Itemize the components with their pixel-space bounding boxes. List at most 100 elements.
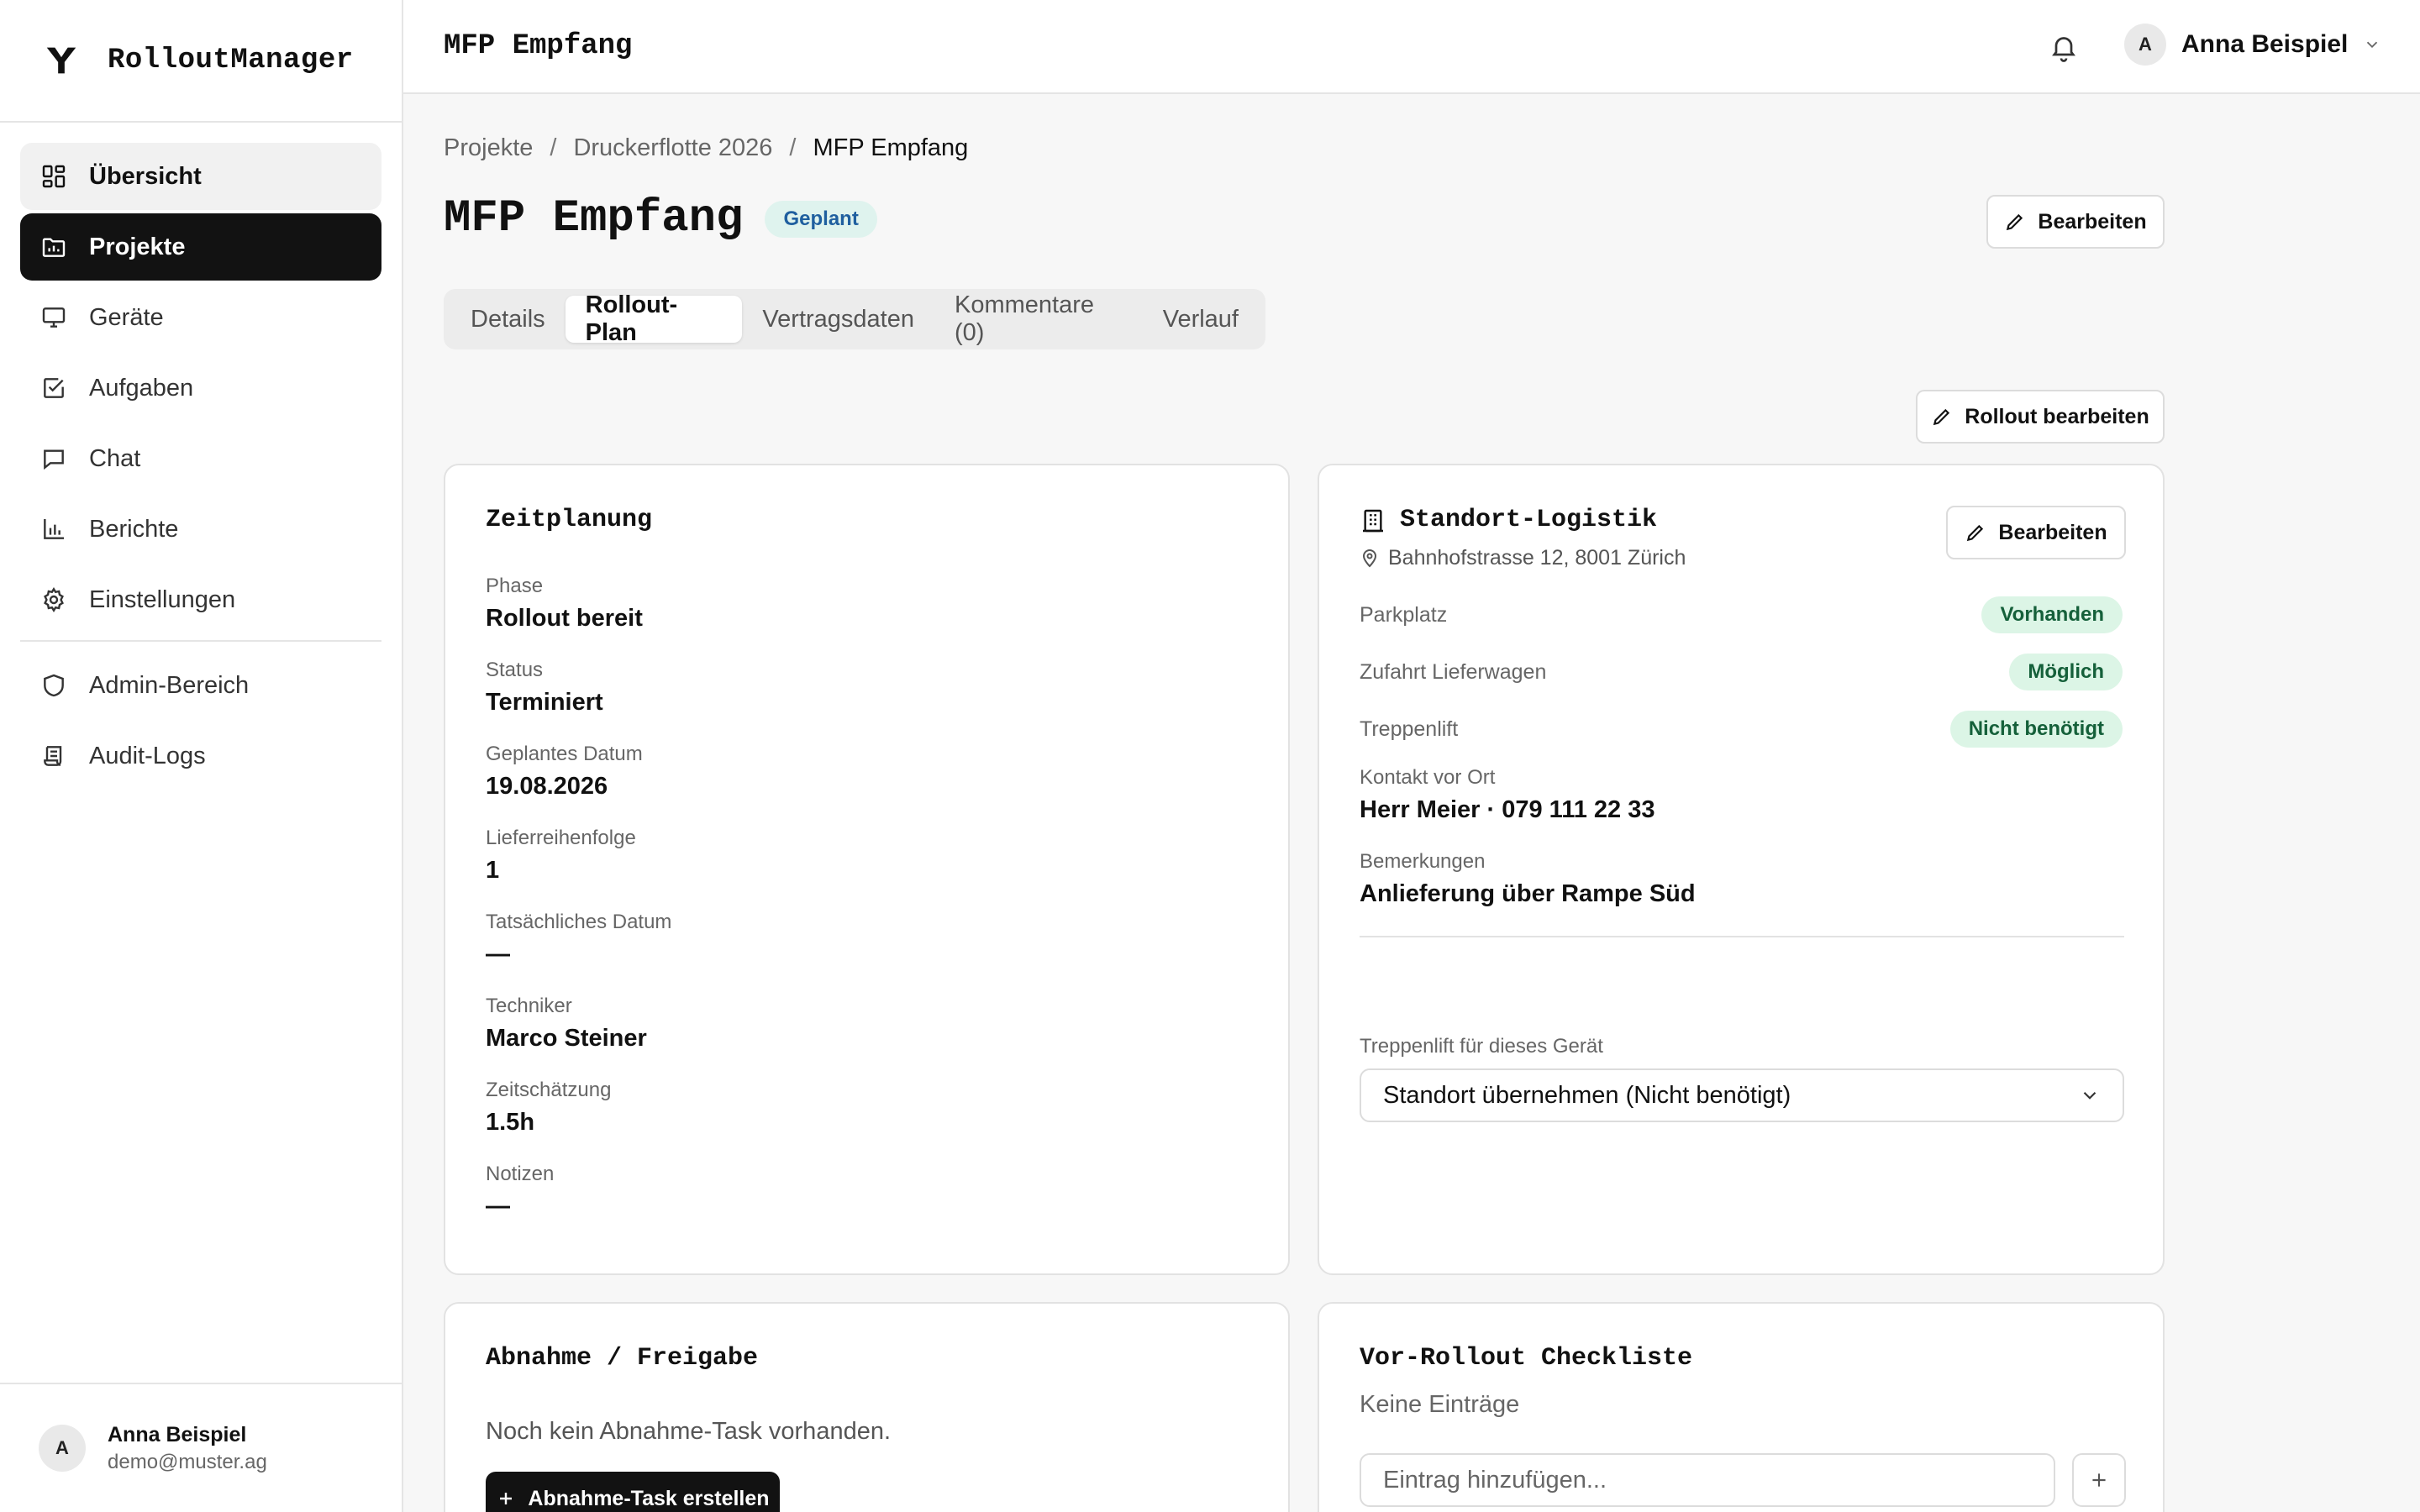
sidebar-item-uebersicht[interactable]: Übersicht	[20, 143, 381, 210]
logistik-row-treppenlift: Treppenlift Nicht benötigt	[1360, 711, 2123, 748]
sidebar-item-label: Aufgaben	[89, 374, 194, 402]
field-status: Status Terminiert	[486, 659, 671, 743]
tab-kommentare[interactable]: Kommentare (0)	[934, 291, 1143, 346]
topbar-title: MFP Empfang	[444, 30, 633, 62]
page-title: MFP Empfang	[444, 193, 744, 244]
sidebar-item-label: Chat	[89, 444, 141, 472]
row-label: Parkplatz	[1360, 602, 1448, 627]
brand[interactable]: RolloutManager	[0, 0, 402, 123]
tab-vertragsdaten[interactable]: Vertragsdaten	[742, 296, 934, 343]
stairlift-select[interactable]: Standort übernehmen (Nicht benötigt)	[1360, 1068, 2124, 1122]
chat-icon	[44, 449, 64, 470]
select-value: Standort übernehmen (Nicht benötigt)	[1383, 1081, 1791, 1109]
field-label: Bemerkungen	[1360, 850, 1486, 873]
breadcrumb-link-druckerflotte[interactable]: Druckerflotte 2026	[573, 134, 772, 162]
chevron-down-icon	[2083, 1091, 2096, 1100]
bell-icon[interactable]	[2049, 32, 2079, 62]
user-name: Anna Beispiel	[108, 1422, 247, 1446]
sidebar-item-label: Einstellungen	[89, 585, 236, 613]
field-value: Rollout bereit	[486, 605, 643, 632]
field-value: Herr Meier · 079 111 22 33	[1360, 796, 1655, 823]
rollout-edit-button-label: Rollout bearbeiten	[1965, 404, 2149, 428]
checkbox-icon	[44, 378, 64, 398]
field-label: Kontakt vor Ort	[1360, 766, 1496, 789]
logistik-edit-button[interactable]: Bearbeiten	[1946, 506, 2126, 559]
field-lieferreihenfolge: Lieferreihenfolge 1	[486, 827, 671, 911]
create-abnahme-task-button[interactable]: Abnahme-Task erstellen	[486, 1472, 780, 1512]
field-label: Geplantes Datum	[486, 743, 643, 765]
tab-verlauf[interactable]: Verlauf	[1143, 296, 1259, 343]
sidebar-item-audit-logs[interactable]: Audit-Logs	[20, 722, 381, 790]
divider	[1360, 936, 2124, 937]
building-icon	[1363, 509, 1383, 533]
app-name: RolloutManager	[108, 45, 354, 76]
pencil-icon	[2007, 213, 2023, 231]
sidebar-user[interactable]: A Anna Beispiel demo@muster.ag	[0, 1383, 402, 1512]
topbar: MFP Empfang A Anna Beispiel	[403, 0, 2420, 94]
card-title: Standort-Logistik	[1400, 506, 1658, 534]
breadcrumb: Projekte / Druckerflotte 2026 / MFP Empf…	[444, 134, 968, 162]
sidebar-item-admin-bereich[interactable]: Admin-Bereich	[20, 652, 381, 719]
empty-state-text: Keine Einträge	[1360, 1391, 1520, 1418]
sidebar-item-projekte[interactable]: Projekte	[20, 213, 381, 281]
row-label: Treppenlift	[1360, 717, 1459, 741]
breadcrumb-link-projekte[interactable]: Projekte	[444, 134, 533, 162]
field-phase: Phase Rollout bereit	[486, 575, 671, 659]
location-address: Bahnhofstrasse 12, 8001 Zürich	[1388, 546, 1686, 570]
nav-divider	[20, 640, 381, 642]
user-name: Anna Beispiel	[2181, 30, 2349, 58]
field-geplantes-datum: Geplantes Datum 19.08.2026	[486, 743, 671, 827]
standort-logistik-card: Standort-Logistik Bahnhofstrasse 12, 800…	[1318, 464, 2165, 1275]
field-value: 1	[486, 857, 500, 884]
folder-chart-icon	[42, 238, 66, 257]
avatar: A	[2124, 24, 2166, 66]
bar-chart-icon	[44, 519, 64, 539]
shield-icon	[44, 674, 64, 697]
sidebar: RolloutManager Übersicht Projekte Geräte…	[0, 0, 403, 1512]
rollout-edit-button[interactable]: Rollout bearbeiten	[1916, 390, 2165, 444]
pencil-icon	[1967, 524, 1984, 542]
sidebar-item-einstellungen[interactable]: Einstellungen	[20, 566, 381, 633]
sidebar-item-berichte[interactable]: Berichte	[20, 496, 381, 563]
logistik-row-zufahrt: Zufahrt Lieferwagen Möglich	[1360, 654, 2123, 690]
tab-rollout-plan[interactable]: Rollout-Plan	[565, 291, 743, 346]
plus-icon	[2092, 1473, 2106, 1487]
empty-state-text: Noch kein Abnahme-Task vorhanden.	[486, 1418, 892, 1445]
dashboard-icon	[42, 165, 66, 188]
edit-button-label: Bearbeiten	[2038, 209, 2147, 234]
sidebar-item-chat[interactable]: Chat	[20, 425, 381, 492]
sidebar-item-label: Admin-Bereich	[89, 671, 250, 699]
field-value: 1.5h	[486, 1109, 535, 1136]
logistik-row-parkplatz: Parkplatz Vorhanden	[1360, 596, 2123, 633]
field-notizen: Notizen —	[486, 1163, 671, 1247]
scroll-icon	[44, 746, 62, 766]
breadcrumb-separator: /	[789, 134, 797, 161]
add-checklist-entry-button[interactable]	[2072, 1453, 2126, 1507]
status-badge: Nicht benötigt	[1949, 711, 2123, 748]
logistik-edit-button-label: Bearbeiten	[1998, 520, 2107, 544]
tab-details[interactable]: Details	[450, 296, 566, 343]
card-title: Vor-Rollout Checkliste	[1360, 1344, 1693, 1373]
sidebar-item-aufgaben[interactable]: Aufgaben	[20, 354, 381, 422]
sidebar-item-geraete[interactable]: Geräte	[20, 284, 381, 351]
field-label: Tatsächliches Datum	[486, 911, 672, 933]
sidebar-item-label: Audit-Logs	[89, 742, 206, 769]
field-kontakt: Kontakt vor Ort Herr Meier · 079 111 22 …	[1360, 766, 1655, 824]
pencil-icon	[1933, 408, 1950, 426]
page-header: MFP Empfang Geplant	[444, 193, 877, 244]
field-bemerkungen: Bemerkungen Anlieferung über Rampe Süd	[1360, 850, 1696, 908]
checklist-entry-input[interactable]	[1360, 1453, 2055, 1507]
breadcrumb-current: MFP Empfang	[813, 134, 969, 161]
sidebar-item-label: Geräte	[89, 303, 164, 331]
edit-button[interactable]: Bearbeiten	[1986, 195, 2165, 249]
user-email: demo@muster.ag	[108, 1450, 267, 1473]
sidebar-nav: Übersicht Projekte Geräte Aufgaben Chat	[0, 123, 402, 790]
breadcrumb-separator: /	[550, 134, 557, 161]
field-label: Techniker	[486, 995, 572, 1017]
map-pin-icon	[1362, 549, 1377, 568]
user-menu[interactable]: A Anna Beispiel	[2124, 24, 2381, 66]
sidebar-item-label: Projekte	[89, 233, 186, 260]
monitor-icon	[42, 307, 66, 328]
field-zeitschaetzung: Zeitschätzung 1.5h	[486, 1079, 671, 1163]
field-value: Marco Steiner	[486, 1025, 647, 1052]
